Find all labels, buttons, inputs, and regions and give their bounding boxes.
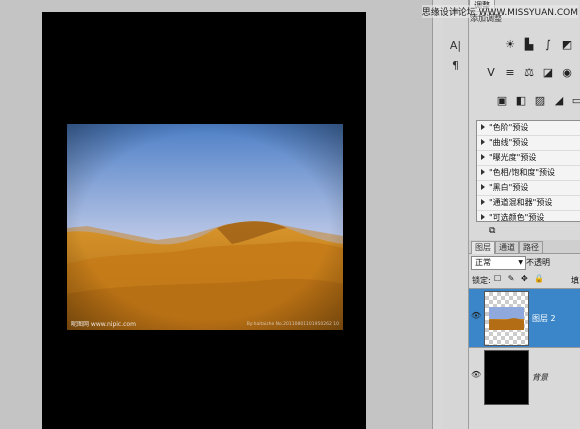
layer-row-background[interactable]: 👁 背景 bbox=[469, 347, 580, 406]
opacity-label: 不透明 bbox=[526, 258, 550, 267]
desert-image bbox=[67, 124, 343, 330]
gradient-map-icon[interactable]: ▭ bbox=[570, 94, 580, 108]
layer-name[interactable]: 背景 bbox=[532, 372, 548, 383]
bw-icon[interactable]: ◪ bbox=[541, 66, 555, 80]
text-tool-icon[interactable]: A| bbox=[447, 38, 464, 54]
fill-label: 填 bbox=[571, 276, 579, 285]
expand-triangle-icon[interactable] bbox=[481, 214, 485, 220]
adjust-subtitle: 添加调整 bbox=[470, 14, 502, 23]
layer-name[interactable]: 图层 2 bbox=[532, 313, 556, 324]
layer-row-layer2[interactable]: 👁 图层 2 bbox=[469, 288, 580, 347]
tab-paths[interactable]: 路径 bbox=[519, 241, 543, 254]
paragraph-icon[interactable]: ¶ bbox=[447, 58, 464, 74]
preset-item[interactable]: "色相/饱和度"预设 bbox=[477, 166, 580, 181]
hue-sat-icon[interactable]: ≡ bbox=[503, 66, 517, 80]
canvas-workspace[interactable]: 昵图网 www.nipic.com By:haitaizhe No.201108… bbox=[0, 0, 432, 429]
eye-icon[interactable]: 👁 bbox=[471, 370, 481, 380]
exposure-icon[interactable]: ◩ bbox=[560, 38, 574, 52]
preset-item[interactable]: "曲线"预设 bbox=[477, 136, 580, 151]
layer-panel-tabs: 图层 通道 路径 bbox=[469, 240, 580, 254]
preset-item[interactable]: "可选颜色"预设 bbox=[477, 211, 580, 226]
expand-triangle-icon[interactable] bbox=[481, 154, 485, 160]
layer-thumbnail bbox=[484, 291, 529, 346]
expand-triangle-icon[interactable] bbox=[481, 184, 485, 190]
blend-row: 正常 ▼ 不透明 bbox=[469, 255, 580, 270]
color-balance-icon[interactable]: ⚖ bbox=[522, 66, 536, 80]
tab-channels[interactable]: 通道 bbox=[495, 241, 519, 254]
lock-label: 锁定: bbox=[472, 276, 491, 285]
watermark-left: 昵图网 www.nipic.com bbox=[71, 321, 136, 328]
clip-layer-icon[interactable]: ⧉ bbox=[489, 226, 495, 236]
expand-triangle-icon[interactable] bbox=[481, 199, 485, 205]
photo-filter-icon[interactable]: ◉ bbox=[560, 66, 574, 80]
thumbnail-image bbox=[489, 307, 524, 330]
vibrance-icon[interactable]: V bbox=[484, 66, 498, 80]
watermark-right: By:haitaizhe No.20110801101950262 10 bbox=[246, 322, 339, 327]
channel-mixer-icon[interactable]: ▣ bbox=[495, 94, 509, 108]
expand-triangle-icon[interactable] bbox=[481, 169, 485, 175]
posterize-icon[interactable]: ▨ bbox=[533, 94, 547, 108]
eye-icon[interactable]: 👁 bbox=[471, 311, 481, 321]
preset-item[interactable]: "色阶"预设 bbox=[477, 121, 580, 136]
curves-icon[interactable]: ∫ bbox=[541, 38, 555, 52]
blend-mode-value: 正常 bbox=[475, 258, 491, 267]
preset-item[interactable]: "曝光度"预设 bbox=[477, 151, 580, 166]
preset-item[interactable]: "黑白"预设 bbox=[477, 181, 580, 196]
tab-layers[interactable]: 图层 bbox=[471, 241, 495, 254]
desert-photo: 昵图网 www.nipic.com By:haitaizhe No.201108… bbox=[67, 124, 343, 330]
invert-icon[interactable]: ◧ bbox=[514, 94, 528, 108]
tool-column: ▪ A| ¶ bbox=[443, 0, 469, 429]
threshold-icon[interactable]: ◢ bbox=[552, 94, 566, 108]
levels-icon[interactable]: ▙ bbox=[522, 38, 536, 52]
preset-list: "色阶"预设 "曲线"预设 "曝光度"预设 "色相/饱和度"预设 "黑白"预设 … bbox=[476, 120, 580, 226]
brightness-icon[interactable]: ☀ bbox=[503, 38, 517, 52]
chevron-down-icon: ▼ bbox=[518, 259, 523, 266]
layer-thumbnail bbox=[484, 350, 529, 405]
lock-icons[interactable]: ☐ ✎ ✥ 🔒 bbox=[494, 274, 546, 283]
blend-mode-select[interactable]: 正常 ▼ bbox=[471, 256, 526, 270]
preset-item[interactable]: "通道混和器"预设 bbox=[477, 196, 580, 211]
expand-triangle-icon[interactable] bbox=[481, 124, 485, 130]
expand-triangle-icon[interactable] bbox=[481, 139, 485, 145]
lock-row: 锁定: ☐ ✎ ✥ 🔒 填 bbox=[469, 273, 580, 287]
